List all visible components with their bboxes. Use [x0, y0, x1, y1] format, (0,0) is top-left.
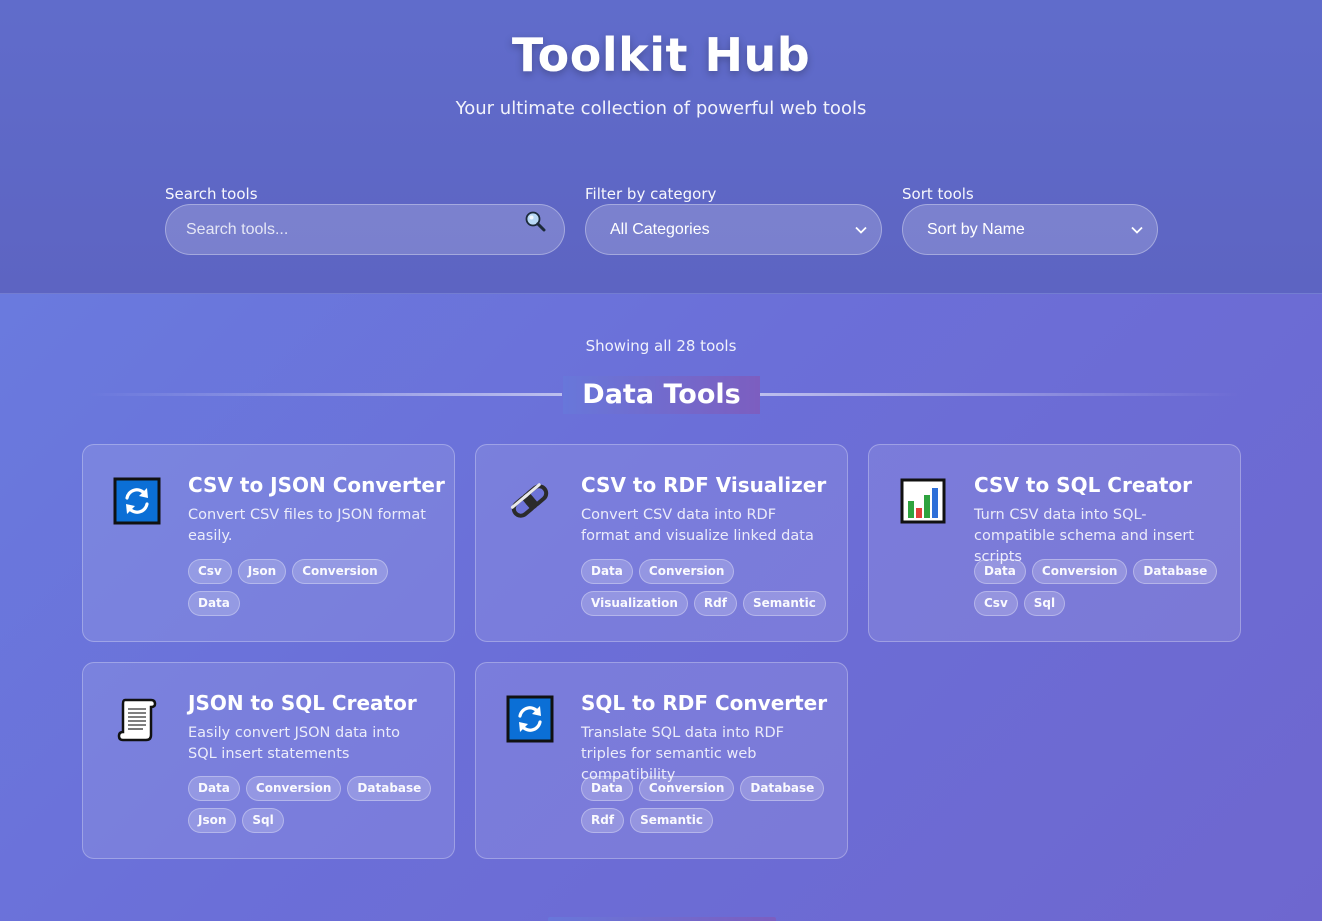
tool-card[interactable]: CSV to RDF Visualizer Convert CSV data i…: [475, 444, 848, 642]
tool-card[interactable]: JSON to SQL Creator Easily convert JSON …: [82, 662, 455, 859]
tag[interactable]: Database: [347, 776, 432, 801]
app-subtitle: Your ultimate collection of powerful web…: [455, 98, 867, 119]
page-header: Toolkit Hub Your ultimate collection of …: [0, 0, 1322, 294]
chain-link-icon: [510, 483, 549, 518]
tag[interactable]: Data: [581, 776, 633, 801]
app-title: Toolkit Hub: [511, 28, 811, 82]
tag[interactable]: Data: [188, 776, 240, 801]
tool-title[interactable]: CSV to RDF Visualizer: [581, 473, 826, 497]
tag[interactable]: Data: [188, 591, 240, 616]
tag[interactable]: Conversion: [638, 776, 735, 801]
tool-card[interactable]: CSV to JSON Converter Convert CSV files …: [82, 444, 455, 642]
category-select-value: All Categories: [610, 220, 710, 238]
tag[interactable]: Conversion: [638, 559, 735, 584]
scroll-icon: [117, 698, 157, 742]
chevron-down-icon: [1131, 226, 1143, 234]
search-control: Search tools: [165, 184, 565, 255]
tool-title[interactable]: JSON to SQL Creator: [188, 691, 417, 715]
tag[interactable]: Database: [740, 776, 825, 801]
tool-description: Easily convert JSON data into SQL insert…: [188, 725, 401, 762]
filter-label: Filter by category: [585, 185, 717, 203]
tag[interactable]: Csv: [974, 591, 1018, 616]
sort-label: Sort tools: [902, 185, 974, 203]
tag-list: Data Conversion Database Rdf Semantic: [581, 776, 831, 833]
tag[interactable]: Json: [237, 559, 287, 584]
tag[interactable]: Database: [1133, 559, 1218, 584]
tag[interactable]: Sql: [242, 808, 284, 833]
sort-control: Sort tools Sort by Name: [902, 184, 1158, 255]
tag[interactable]: Data: [581, 559, 633, 584]
tag[interactable]: Rdf: [693, 591, 737, 616]
refresh-arrows-icon: [506, 695, 554, 743]
tool-title[interactable]: CSV to SQL Creator: [974, 473, 1192, 497]
category-select[interactable]: All Categories: [585, 204, 882, 255]
tag-list: Data Conversion Visualization Rdf Semant…: [581, 559, 831, 616]
tool-title[interactable]: SQL to RDF Converter: [581, 691, 827, 715]
tag[interactable]: Conversion: [245, 776, 342, 801]
tool-description: Convert CSV data into RDF format and vis…: [581, 507, 814, 544]
tag-list: Csv Json Conversion Data: [188, 559, 438, 616]
category-filter-control: Filter by category All Categories: [585, 184, 882, 255]
search-label: Search tools: [165, 185, 258, 203]
tag[interactable]: Visualization: [581, 591, 688, 616]
section-divider-right: [760, 393, 1240, 396]
refresh-arrows-icon: [113, 477, 161, 525]
sort-select-value: Sort by Name: [927, 220, 1025, 238]
tag[interactable]: Conversion: [1031, 559, 1128, 584]
sort-select[interactable]: Sort by Name: [902, 204, 1158, 255]
next-section-title-peek: [548, 917, 776, 921]
tag[interactable]: Conversion: [292, 559, 388, 584]
tool-card[interactable]: CSV to SQL Creator Turn CSV data into SQ…: [868, 444, 1241, 642]
chevron-down-icon: [855, 226, 867, 234]
tool-description: Convert CSV files to JSON format easily.: [188, 507, 426, 544]
tool-title[interactable]: CSV to JSON Converter: [188, 473, 445, 497]
tag[interactable]: Data: [974, 559, 1026, 584]
results-count: Showing all 28 tools: [585, 337, 737, 355]
tool-card[interactable]: SQL to RDF Converter Translate SQL data …: [475, 662, 848, 859]
tag[interactable]: Semantic: [630, 808, 713, 833]
search-input[interactable]: [166, 205, 564, 254]
tag[interactable]: Sql: [1023, 591, 1066, 616]
section-title: Data Tools: [563, 376, 760, 414]
tag[interactable]: Rdf: [581, 808, 625, 833]
magnifier-icon[interactable]: [524, 210, 546, 232]
bar-chart-icon: [900, 478, 946, 524]
tag[interactable]: Csv: [188, 559, 232, 584]
tag-list: Data Conversion Database Csv Sql: [974, 559, 1224, 616]
tag-list: Data Conversion Database Json Sql: [188, 776, 438, 833]
search-field[interactable]: [165, 204, 565, 255]
tag[interactable]: Json: [188, 808, 237, 833]
section-divider-left: [88, 393, 562, 396]
tag[interactable]: Semantic: [742, 591, 826, 616]
